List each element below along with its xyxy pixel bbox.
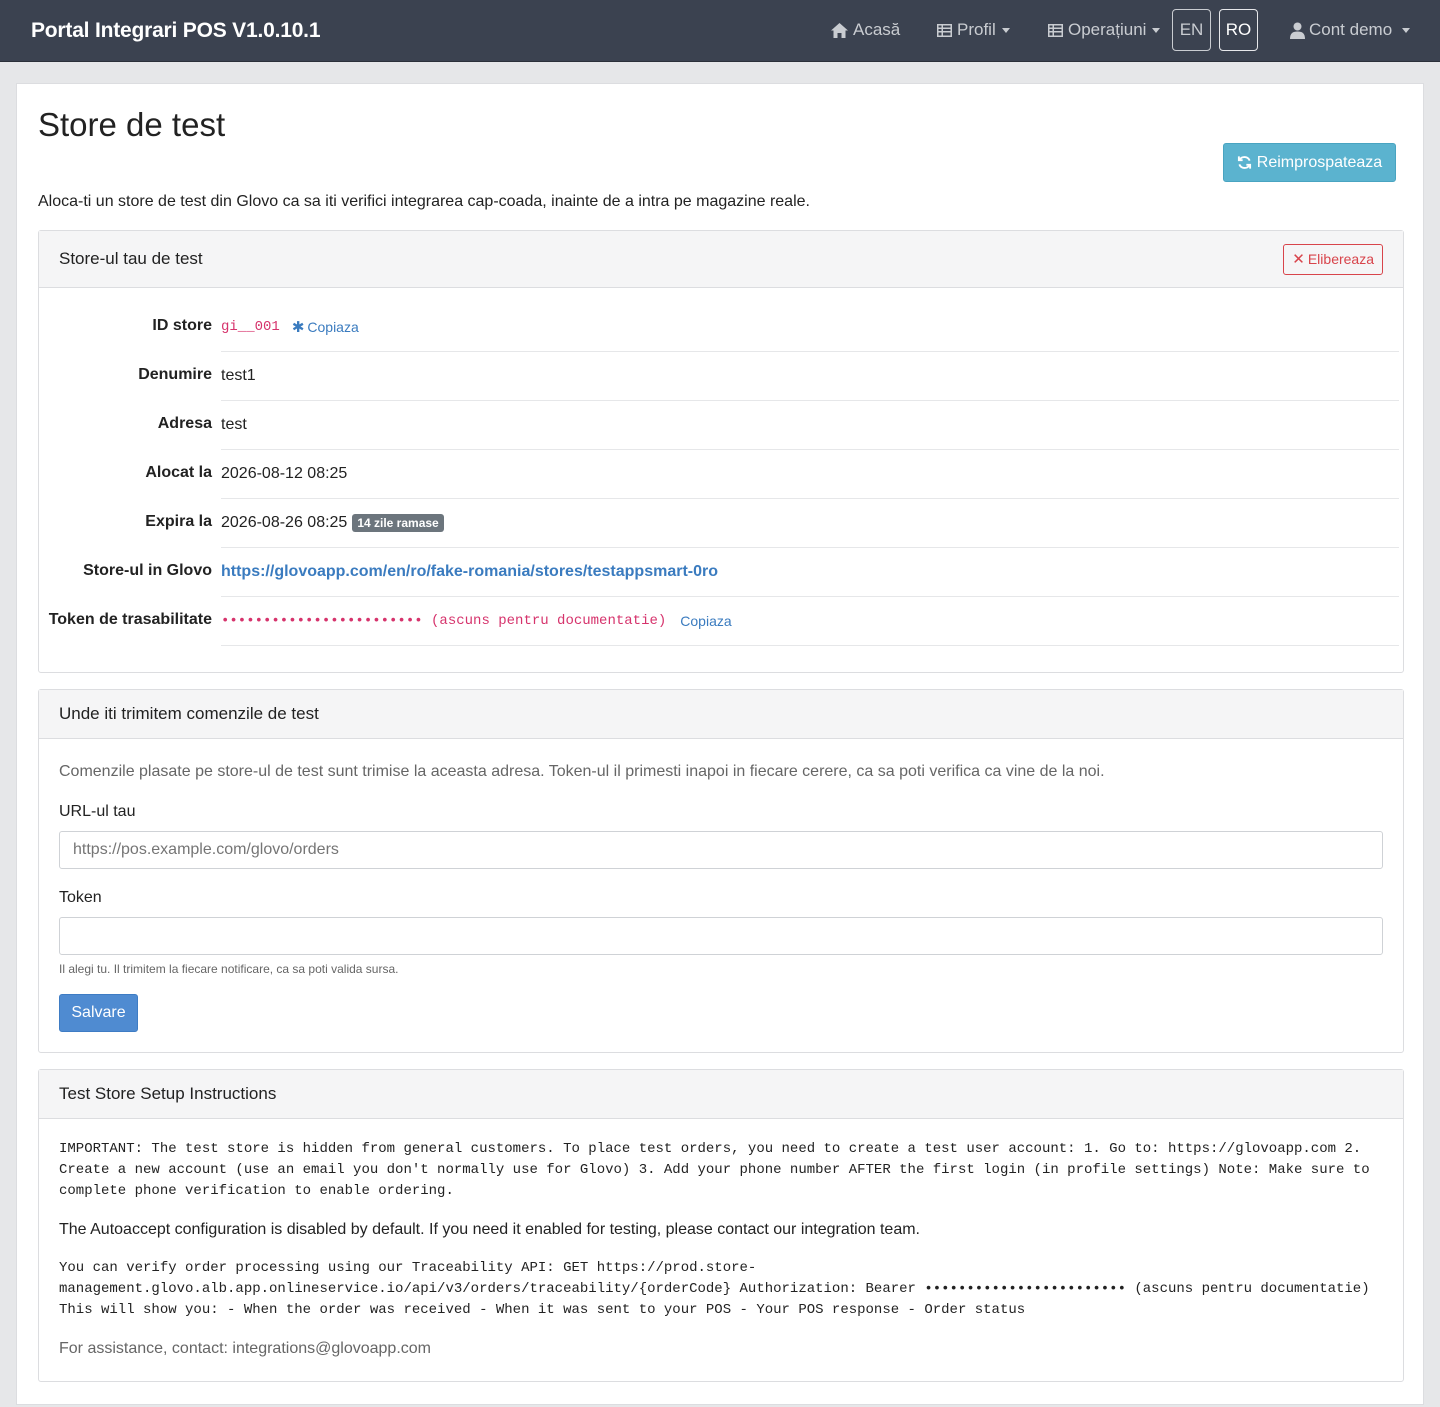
allocated-value: 2026-08-12 08:25 (221, 464, 348, 482)
nav-profile-label: Profil (957, 20, 996, 39)
top-navbar: Portal Integrari POS V1.0.10.1 Acasă Pro… (0, 0, 1440, 62)
nav-operations-label: Operațiuni (1068, 20, 1147, 39)
copy-id-label: Copiaza (307, 318, 359, 335)
detail-label: Store-ul in Glovo (83, 562, 212, 579)
intro-text: Aloca-ti un store de test din Glovo ca s… (38, 193, 810, 210)
webhook-description: Comenzile plasate pe store-ul de test su… (59, 763, 1105, 780)
detail-value: test (221, 401, 1399, 450)
detail-value: https://glovoapp.com/en/ro/fake-romania/… (221, 548, 1399, 597)
main-card: Store de test Reimprospateaza Aloca-ti u… (16, 83, 1424, 1405)
instructions-panel: Test Store Setup Instructions IMPORTANT:… (38, 1069, 1404, 1382)
url-input[interactable] (59, 831, 1383, 869)
detail-row-id: ID store gi__001 ✱ Copiaza (39, 303, 1405, 352)
expires-value: 2026-08-26 08:25 (221, 513, 348, 531)
asterisk-icon: ✱ (291, 318, 305, 336)
refresh-icon (1237, 156, 1251, 169)
webhook-panel-title: Unde iti trimitem comenzile de test (59, 704, 319, 723)
detail-value: 2026-08-12 08:25 (221, 450, 1399, 499)
instructions-panel-title: Test Store Setup Instructions (59, 1084, 277, 1103)
nav-home[interactable]: Acasă (830, 18, 900, 42)
chevron-down-icon (1402, 27, 1411, 33)
glovo-store-link[interactable]: https://glovoapp.com/en/ro/fake-romania/… (221, 563, 718, 581)
store-panel-header: Store-ul tau de test ✕ Elibereaza (39, 231, 1403, 288)
account-label: Cont demo (1309, 20, 1393, 39)
table-icon (1048, 23, 1063, 37)
copy-token-button[interactable]: Copiaza (680, 613, 731, 629)
nav-home-label: Acasă (853, 20, 901, 39)
store-details: ID store gi__001 ✱ Copiaza Denumire test… (39, 303, 1405, 646)
refresh-label: Reimprospateaza (1256, 153, 1383, 171)
nav-profile-dropdown[interactable]: Profil (936, 18, 1010, 42)
nav-operations-dropdown[interactable]: Operațiuni (1047, 18, 1161, 42)
store-address-value: test (221, 415, 247, 433)
lang-en-button[interactable]: EN (1172, 9, 1211, 51)
autoaccept-note: The Autoaccept configuration is disabled… (59, 1221, 920, 1238)
chevron-down-icon (1001, 27, 1010, 33)
user-icon (1290, 22, 1305, 39)
store-name-value: test1 (221, 366, 256, 384)
detail-label: Expira la (145, 513, 212, 530)
detail-value: •••••••••••••••••••••••• (ascuns pentru … (221, 597, 1399, 646)
store-id-value: gi__001 (221, 318, 280, 335)
chevron-down-icon (1152, 27, 1161, 33)
table-icon (937, 23, 952, 37)
token-input[interactable] (59, 917, 1383, 955)
instructions-panel-header: Test Store Setup Instructions (39, 1070, 1403, 1119)
release-label: Elibereaza (1307, 251, 1374, 267)
token-label: Token (59, 889, 102, 906)
release-button[interactable]: ✕ Elibereaza (1283, 243, 1383, 275)
detail-row-address: Adresa test (39, 401, 1405, 450)
refresh-button[interactable]: Reimprospateaza (1223, 143, 1396, 182)
detail-row-name: Denumire test1 (39, 352, 1405, 401)
detail-label: Adresa (157, 415, 212, 432)
detail-label: Denumire (138, 366, 212, 383)
store-panel-title: Store-ul tau de test (59, 249, 203, 268)
url-label: URL-ul tau (59, 803, 136, 820)
webhook-panel-header: Unde iti trimitem comenzile de test (39, 690, 1403, 739)
important-note: IMPORTANT: The test store is hidden from… (59, 1141, 1379, 1199)
webhook-panel: Unde iti trimitem comenzile de test Come… (38, 689, 1404, 1053)
traceability-note: You can verify order processing using ou… (59, 1260, 1379, 1318)
detail-row-token: Token de trasabilitate •••••••••••••••••… (39, 597, 1405, 646)
store-panel: Store-ul tau de test ✕ Elibereaza ID sto… (38, 230, 1404, 673)
detail-value: test1 (221, 352, 1399, 401)
token-value: •••••••••••••••••••••••• (ascuns pentru … (221, 612, 667, 629)
save-button[interactable]: Salvare (59, 994, 138, 1032)
close-icon: ✕ (1292, 251, 1305, 268)
assistance-note: For assistance, contact: integrations@gl… (59, 1340, 431, 1357)
page-title: Store de test (38, 106, 226, 143)
home-icon (831, 22, 848, 38)
detail-value: 2026-08-26 08:25 14 zile ramase (221, 499, 1399, 548)
detail-row-allocated: Alocat la 2026-08-12 08:25 (39, 450, 1405, 499)
detail-label: Token de trasabilitate (48, 611, 212, 628)
detail-row-expires: Expira la 2026-08-26 08:25 14 zile ramas… (39, 499, 1405, 548)
detail-label: ID store (152, 317, 212, 334)
account-dropdown[interactable]: Cont demo (1290, 18, 1411, 42)
detail-label: Alocat la (145, 464, 212, 481)
lang-ro-button[interactable]: RO (1219, 9, 1258, 51)
detail-row-glovo: Store-ul in Glovo https://glovoapp.com/e… (39, 548, 1405, 597)
copy-id-button[interactable]: ✱ Copiaza (292, 318, 359, 336)
token-help-text: Il alegi tu. Il trimitem la fiecare noti… (59, 962, 399, 976)
brand-title[interactable]: Portal Integrari POS V1.0.10.1 (31, 19, 320, 43)
detail-value: gi__001 ✱ Copiaza (221, 303, 1399, 352)
days-remaining-badge: 14 zile ramase (352, 513, 444, 532)
